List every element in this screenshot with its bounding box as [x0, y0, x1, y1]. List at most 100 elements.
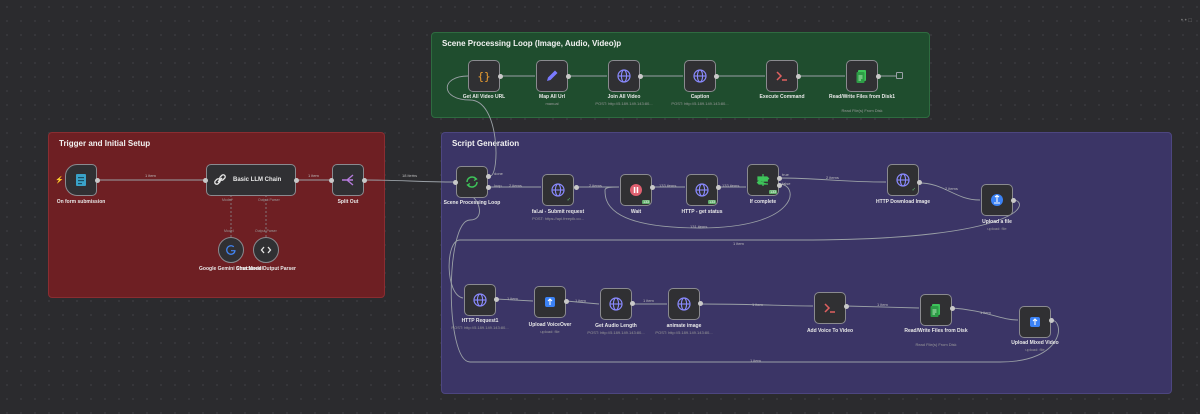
edge-label: true — [782, 172, 789, 177]
dependency-label: Output Parser — [258, 198, 280, 202]
drive-icon — [545, 297, 555, 307]
dependency-label: Model* — [222, 198, 233, 202]
execution-count-badge: 133 — [769, 190, 777, 194]
node-animate-image[interactable] — [668, 288, 700, 320]
edge-label: 2 items — [945, 186, 958, 191]
success-check-icon: ✓ — [566, 197, 571, 203]
output-port[interactable] — [564, 299, 569, 304]
node-get-all-video-url[interactable]: {} — [468, 60, 500, 92]
input-port[interactable] — [453, 180, 458, 185]
output-port[interactable] — [1011, 198, 1016, 203]
edge-label: 2 items — [589, 183, 602, 188]
terminal-icon — [824, 303, 835, 313]
output-port[interactable] — [630, 301, 635, 306]
output-port[interactable] — [498, 74, 503, 79]
output-port[interactable] — [486, 185, 491, 190]
node-upload-a-file[interactable] — [981, 184, 1013, 216]
node-upload-voiceover[interactable] — [534, 286, 566, 318]
dependency-label: Model — [224, 229, 234, 233]
edge-split-loop — [364, 179, 456, 183]
input-port[interactable] — [203, 178, 208, 183]
node-split-out[interactable] — [332, 164, 364, 196]
node-falai-submit-request[interactable]: ✓ — [542, 174, 574, 206]
node-subtitle: Read File(s) From Disk — [915, 342, 957, 347]
edge-label: done — [494, 171, 503, 176]
output-port[interactable] — [362, 178, 367, 183]
success-check-icon: ✓ — [911, 187, 916, 193]
output-port[interactable] — [950, 306, 955, 311]
output-port[interactable] — [714, 74, 719, 79]
node-wait[interactable]: 133 — [620, 174, 652, 206]
edge-label: 2 items — [826, 175, 839, 180]
node-read-write-files-disk1[interactable] — [846, 60, 878, 92]
node-label: Read/Write Files from Disk — [904, 328, 968, 334]
output-port[interactable] — [650, 185, 655, 190]
input-port[interactable] — [329, 178, 334, 183]
split-icon — [342, 174, 354, 186]
globe-icon — [609, 297, 623, 311]
svg-text:{}: {} — [477, 70, 490, 83]
pause-icon — [630, 184, 642, 196]
node-structured-output-parser[interactable] — [253, 237, 279, 263]
node-add-voice-to-video[interactable] — [814, 292, 846, 324]
output-port[interactable] — [566, 74, 571, 79]
edge-label: 1 item — [877, 302, 888, 307]
node-subtitle: POST: http://5.189.149.143:80... — [655, 330, 713, 335]
node-scene-processing-loop[interactable] — [456, 166, 488, 198]
output-port[interactable] — [796, 74, 801, 79]
edge-label: 131 items — [690, 224, 708, 229]
node-label: Basic LLM Chain — [233, 177, 282, 183]
output-port[interactable] — [716, 185, 721, 190]
braces-icon: {} — [477, 70, 490, 83]
output-port[interactable] — [698, 301, 703, 306]
node-label: Upload Mixed Video — [1011, 340, 1059, 346]
edge-label: loop — [494, 183, 502, 188]
loop-icon — [466, 176, 478, 188]
output-port[interactable] — [917, 180, 922, 185]
output-port[interactable] — [95, 178, 100, 183]
if-icon — [756, 174, 770, 186]
output-port[interactable] — [777, 183, 782, 188]
output-port[interactable] — [876, 74, 881, 79]
edge-label: 133 items — [722, 183, 740, 188]
drive-icon — [1030, 317, 1040, 327]
output-port[interactable] — [1049, 318, 1054, 323]
node-subtitle: POST: http://5.189.149.143:80... — [671, 101, 729, 106]
edge-label: 1 item — [643, 298, 654, 303]
node-read-write-files-disk[interactable] — [920, 294, 952, 326]
output-port[interactable] — [777, 176, 782, 181]
edge-label: 1 item — [733, 241, 744, 246]
node-http-request1[interactable] — [464, 284, 496, 316]
node-execute-command[interactable] — [766, 60, 798, 92]
files-icon — [856, 70, 866, 83]
globe-icon — [551, 183, 565, 197]
edge-label: 18 items — [402, 173, 418, 178]
output-port[interactable] — [638, 74, 643, 79]
globe-icon — [693, 69, 707, 83]
node-http-download-image[interactable]: ✓ — [887, 164, 919, 196]
node-on-form-submission[interactable] — [65, 164, 97, 196]
node-upload-mixed-video[interactable] — [1019, 306, 1051, 338]
node-label: HTTP Download Image — [875, 199, 931, 205]
node-subtitle: upload: file — [987, 226, 1007, 231]
form-icon — [76, 174, 86, 186]
end-connector[interactable] — [896, 72, 903, 79]
output-port[interactable] — [494, 297, 499, 302]
node-caption[interactable] — [684, 60, 716, 92]
globe-icon — [473, 293, 487, 307]
node-label: If complete — [749, 199, 777, 205]
node-join-all-video[interactable] — [608, 60, 640, 92]
node-basic-llm-chain[interactable]: Basic LLM Chain — [206, 164, 296, 196]
node-google-gemini-chat-model[interactable] — [218, 237, 244, 263]
edge-label: 1 item — [575, 298, 586, 303]
node-label: animate image — [666, 323, 702, 329]
output-port[interactable] — [294, 178, 299, 183]
pen-icon — [547, 70, 558, 81]
node-map-all-url[interactable] — [536, 60, 568, 92]
node-get-audio-length[interactable] — [600, 288, 632, 320]
output-port[interactable] — [574, 185, 579, 190]
edge-label: 1 item — [507, 296, 518, 301]
output-port[interactable] — [486, 174, 491, 179]
output-port[interactable] — [844, 304, 849, 309]
node-if-complete[interactable]: 133 — [747, 164, 779, 196]
